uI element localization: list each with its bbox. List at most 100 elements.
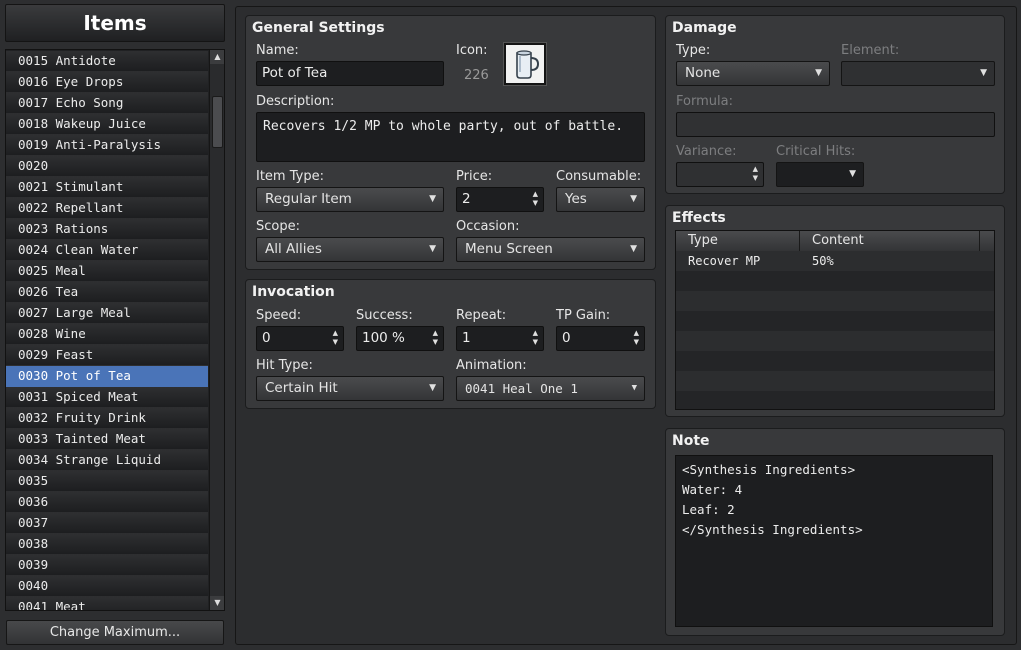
spinner-arrows-icon[interactable]: ▲ ▼ — [753, 165, 758, 183]
consumable-value: Yes — [565, 191, 587, 207]
damage-title: Damage — [672, 20, 737, 36]
scroll-up-arrow-icon[interactable]: ▲ — [210, 50, 224, 64]
item-list-scrollbar[interactable]: ▲ ▼ — [209, 50, 224, 610]
scroll-down-arrow-icon[interactable]: ▼ — [210, 596, 224, 610]
speed-stepper[interactable]: 0 ▲ ▼ — [256, 326, 344, 351]
success-stepper[interactable]: 100 % ▲ ▼ — [356, 326, 444, 351]
effects-column-spacer — [980, 231, 994, 251]
occasion-label: Occasion: — [456, 219, 520, 234]
item-type-select[interactable]: Regular Item ▼ — [256, 187, 444, 212]
hit-type-value: Certain Hit — [265, 380, 338, 396]
item-type-label: Item Type: — [256, 169, 324, 184]
name-field[interactable]: Pot of Tea — [256, 61, 444, 86]
spinner-arrows-icon[interactable]: ▲ ▼ — [333, 329, 338, 347]
damage-type-label: Type: — [676, 43, 711, 58]
chevron-down-icon: ▼ — [815, 68, 822, 78]
scope-select[interactable]: All Allies ▼ — [256, 237, 444, 262]
spinner-arrows-icon[interactable]: ▲ ▼ — [533, 329, 538, 347]
effects-column-type[interactable]: Type — [676, 231, 800, 251]
list-item[interactable]: 0016 Eye Drops — [6, 72, 208, 93]
list-item[interactable]: 0036 — [6, 492, 208, 513]
animation-value: 0041 Heal One 1 — [465, 381, 578, 396]
table-row[interactable]: Recover MP 50% — [676, 251, 994, 271]
table-row[interactable] — [676, 351, 994, 371]
tp-gain-label: TP Gain: — [556, 308, 611, 323]
list-item[interactable]: 0024 Clean Water — [6, 240, 208, 261]
animation-label: Animation: — [456, 358, 527, 373]
chevron-down-icon: ▼ — [429, 194, 436, 204]
general-settings-group: General Settings Name: Pot of Tea Icon: … — [245, 15, 656, 270]
list-item[interactable]: 0030 Pot of Tea — [6, 366, 208, 387]
chevron-down-icon: ▼ — [631, 383, 637, 393]
list-item[interactable]: 0015 Antidote — [6, 51, 208, 72]
table-row[interactable] — [676, 271, 994, 291]
critical-hits-label: Critical Hits: — [776, 144, 856, 159]
list-item[interactable]: 0028 Wine — [6, 324, 208, 345]
consumable-select[interactable]: Yes ▼ — [556, 187, 645, 212]
note-line: Water: 4 — [682, 482, 743, 497]
list-item[interactable]: 0019 Anti-Paralysis — [6, 135, 208, 156]
effect-content-cell: 50% — [812, 254, 834, 268]
list-item[interactable]: 0021 Stimulant — [6, 177, 208, 198]
list-item[interactable]: 0027 Large Meal — [6, 303, 208, 324]
price-stepper[interactable]: 2 ▲ ▼ — [456, 187, 544, 212]
list-item[interactable]: 0038 — [6, 534, 208, 555]
table-row[interactable] — [676, 391, 994, 409]
item-list[interactable]: 0015 Antidote 0016 Eye Drops 0017 Echo Son… — [5, 49, 225, 611]
chevron-down-icon: ▼ — [849, 169, 856, 179]
table-row[interactable] — [676, 291, 994, 311]
list-item[interactable]: 0033 Tainted Meat — [6, 429, 208, 450]
note-group: Note <Synthesis Ingredients> Water: 4 Leaf… — [665, 428, 1005, 636]
list-item[interactable]: 0039 — [6, 555, 208, 576]
damage-type-value: None — [685, 65, 721, 81]
list-item[interactable]: 0034 Strange Liquid — [6, 450, 208, 471]
list-item[interactable]: 0037 — [6, 513, 208, 534]
critical-hits-select[interactable]: ▼ — [776, 162, 864, 187]
hit-type-select[interactable]: Certain Hit ▼ — [256, 376, 444, 401]
note-line: <Synthesis Ingredients> — [682, 462, 856, 477]
formula-field[interactable] — [676, 112, 995, 137]
list-item[interactable]: 0029 Feast — [6, 345, 208, 366]
change-maximum-button[interactable]: Change Maximum... — [6, 620, 224, 645]
list-item[interactable]: 0022 Repellant — [6, 198, 208, 219]
list-item[interactable]: 0023 Rations — [6, 219, 208, 240]
variance-stepper[interactable]: ▲ ▼ — [676, 162, 764, 187]
effects-table[interactable]: Type Content Recover MP 50% — [675, 230, 995, 410]
list-item[interactable]: 0017 Echo Song — [6, 93, 208, 114]
item-icon-picker[interactable] — [503, 42, 547, 86]
table-row[interactable] — [676, 331, 994, 351]
list-item[interactable]: 0025 Meal — [6, 261, 208, 282]
list-item[interactable]: 0041 Meat — [6, 597, 208, 610]
note-textarea[interactable]: <Synthesis Ingredients> Water: 4 Leaf: 2 </… — [675, 455, 993, 627]
repeat-label: Repeat: — [456, 308, 507, 323]
spinner-arrows-icon[interactable]: ▲ ▼ — [634, 329, 639, 347]
element-select[interactable]: ▼ — [841, 61, 995, 86]
damage-type-select[interactable]: None ▼ — [676, 61, 830, 86]
table-row[interactable] — [676, 371, 994, 391]
description-field[interactable]: Recovers 1/2 MP to whole party, out of b… — [256, 112, 645, 162]
list-item[interactable]: 0018 Wakeup Juice — [6, 114, 208, 135]
spinner-arrows-icon[interactable]: ▲ ▼ — [533, 190, 538, 208]
list-item[interactable]: 0035 — [6, 471, 208, 492]
success-value: 100 % — [362, 330, 405, 346]
spinner-arrows-icon[interactable]: ▲ ▼ — [433, 329, 438, 347]
variance-label: Variance: — [676, 144, 737, 159]
animation-select[interactable]: 0041 Heal One 1 ▼ — [456, 376, 645, 401]
scope-label: Scope: — [256, 219, 300, 234]
repeat-stepper[interactable]: 1 ▲ ▼ — [456, 326, 544, 351]
chevron-down-icon: ▼ — [630, 244, 637, 254]
teacup-icon — [516, 50, 540, 79]
table-row[interactable] — [676, 311, 994, 331]
list-item[interactable]: 0031 Spiced Meat — [6, 387, 208, 408]
list-item[interactable]: 0020 — [6, 156, 208, 177]
formula-label: Formula: — [676, 94, 733, 109]
list-item[interactable]: 0032 Fruity Drink — [6, 408, 208, 429]
invocation-group: Invocation Speed: 0 ▲ ▼ Success: 100 % ▲ ▼… — [245, 279, 656, 409]
list-item[interactable]: 0026 Tea — [6, 282, 208, 303]
occasion-select[interactable]: Menu Screen ▼ — [456, 237, 645, 262]
effects-column-content[interactable]: Content — [800, 231, 980, 251]
element-label: Element: — [841, 43, 900, 58]
scrollbar-thumb[interactable] — [212, 96, 223, 148]
list-item[interactable]: 0040 — [6, 576, 208, 597]
tp-gain-stepper[interactable]: 0 ▲ ▼ — [556, 326, 645, 351]
